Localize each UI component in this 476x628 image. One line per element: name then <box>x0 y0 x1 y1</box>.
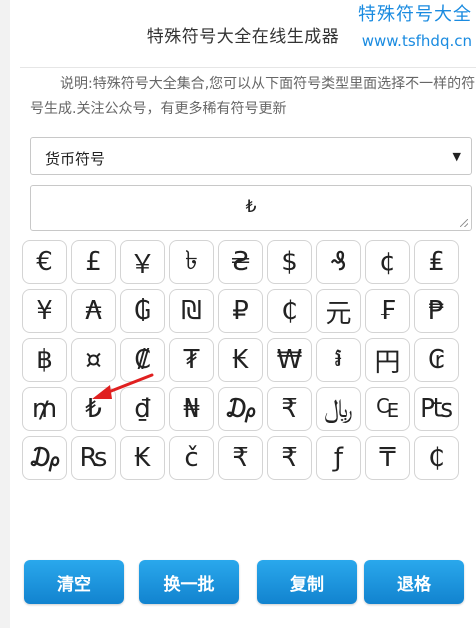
symbol-button[interactable]: ₢ <box>414 338 459 382</box>
symbol-button[interactable]: ₹ <box>267 436 312 480</box>
symbol-button[interactable]: ₸ <box>365 436 410 480</box>
select-value: 货币符号 <box>45 150 106 168</box>
clear-button[interactable]: 清空 <box>24 560 124 604</box>
symbol-grid: € £ ￥ ৳ ₴ $ ₰ ¢ ₤ ¥ ₳ ₲ ₪ ₽ ₵ 元 ₣ ₱ ฿ ¤ ₡ ₮ ₭ ₩ ៛円 ₢ ₥ ₺ ₫ ₦ ₯ ₹ ﷼ ₠ ₧ ₯ ₨ ₭ č… <box>22 240 462 480</box>
symbol-button[interactable]: č <box>169 436 214 480</box>
symbol-button[interactable]: ৳ <box>169 240 214 284</box>
symbol-button[interactable]: ₮ <box>169 338 214 382</box>
symbol-button[interactable]: € <box>22 240 67 284</box>
symbol-type-select[interactable]: 货币符号 ▼ <box>30 137 472 175</box>
symbol-button[interactable]: ₳ <box>71 289 116 333</box>
symbol-button[interactable]: ¥ <box>22 289 67 333</box>
symbol-button[interactable]: ₡ <box>120 338 165 382</box>
symbol-button[interactable]: ₹ <box>218 436 263 480</box>
watermark: 特殊符号大全 www.tsfhdq.cn <box>358 2 472 54</box>
watermark-title: 特殊符号大全 <box>358 4 472 25</box>
symbol-button[interactable]: ₭ <box>218 338 263 382</box>
symbol-button[interactable]: ₥ <box>22 387 67 431</box>
symbol-button[interactable]: ₩ <box>267 338 312 382</box>
symbol-output-textarea[interactable]: ₺ <box>30 185 472 231</box>
backspace-button[interactable]: 退格 <box>364 560 464 604</box>
symbol-button[interactable]: ₫ <box>120 387 165 431</box>
symbol-button[interactable]: ₰ <box>316 240 361 284</box>
symbol-button[interactable]: ₠ <box>365 387 410 431</box>
symbol-button[interactable]: ฿ <box>22 338 67 382</box>
symbol-button[interactable]: ៛ <box>316 338 361 382</box>
symbol-button[interactable]: £ <box>71 240 116 284</box>
symbol-button[interactable]: 元 <box>316 289 361 333</box>
resize-grip-icon[interactable] <box>460 219 468 227</box>
symbol-button[interactable]: ₱ <box>414 289 459 333</box>
watermark-url: www.tsfhdq.cn <box>361 32 472 50</box>
symbol-button[interactable]: ₴ <box>218 240 263 284</box>
symbol-button[interactable]: ₲ <box>120 289 165 333</box>
symbol-button[interactable]: ₵ <box>414 436 459 480</box>
symbol-button[interactable]: ₽ <box>218 289 263 333</box>
symbol-button[interactable]: 円 <box>365 338 410 382</box>
symbol-button[interactable]: ¤ <box>71 338 116 382</box>
symbol-button[interactable]: ₦ <box>169 387 214 431</box>
symbol-button[interactable]: ₹ <box>267 387 312 431</box>
symbol-button[interactable]: ﷼ <box>316 387 361 431</box>
description-text: 说明:特殊符号大全集合,您可以从下面符号类型里面选择不一样的符号生成.关注公众号… <box>30 76 476 117</box>
symbol-button[interactable]: ₭ <box>120 436 165 480</box>
symbol-button[interactable]: ₣ <box>365 289 410 333</box>
symbol-button[interactable]: ￥ <box>120 240 165 284</box>
symbol-button[interactable]: ₯ <box>218 387 263 431</box>
symbol-button[interactable]: ₪ <box>169 289 214 333</box>
symbol-button[interactable]: ₧ <box>414 387 459 431</box>
chevron-down-icon: ▼ <box>452 150 461 163</box>
copy-button[interactable]: 复制 <box>257 560 357 604</box>
symbol-button[interactable]: ₤ <box>414 240 459 284</box>
symbol-button[interactable]: $ <box>267 240 312 284</box>
symbol-button[interactable]: ₯ <box>22 436 67 480</box>
divider <box>20 67 476 68</box>
symbol-button[interactable]: ¢ <box>365 240 410 284</box>
symbol-button[interactable]: ƒ <box>316 436 361 480</box>
symbol-button[interactable]: ₺ <box>71 387 116 431</box>
refresh-button[interactable]: 换一批 <box>139 560 239 604</box>
output-value: ₺ <box>245 197 257 217</box>
symbol-button[interactable]: ₨ <box>71 436 116 480</box>
symbol-button[interactable]: ₵ <box>267 289 312 333</box>
